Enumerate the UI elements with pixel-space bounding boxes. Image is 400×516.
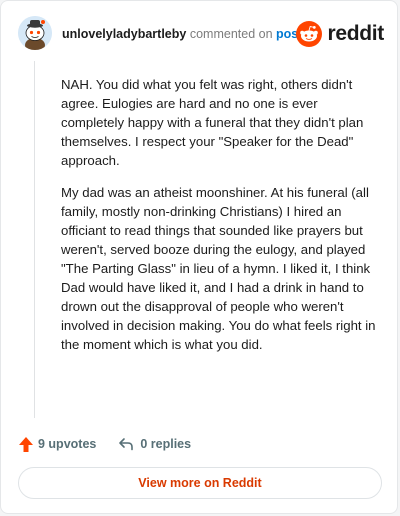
comment-header: unlovelyladybartleby commented on post r… xyxy=(18,16,384,54)
upvote-arrow-icon xyxy=(19,436,33,452)
reddit-wordmark: reddit xyxy=(327,22,384,45)
thread-line xyxy=(34,61,35,418)
comment-paragraph: My dad was an atheist moonshiner. At his… xyxy=(61,185,376,352)
comment-paragraph: NAH. You did what you felt was right, ot… xyxy=(61,77,364,168)
upvote-count: 9 upvotes xyxy=(38,437,97,451)
view-more-label: View more on Reddit xyxy=(138,476,262,490)
comment-body: NAH. You did what you felt was right, ot… xyxy=(61,75,379,367)
embedded-comment-card: unlovelyladybartleby commented on post r… xyxy=(0,0,398,514)
upvote-button[interactable]: 9 upvotes xyxy=(18,436,96,453)
snoo-avatar-icon[interactable] xyxy=(18,16,52,50)
reddit-logo-icon xyxy=(296,21,323,47)
reddit-brand-link[interactable]: reddit xyxy=(296,20,384,48)
comment-actions: 9 upvotes 0 replies xyxy=(18,434,191,454)
reply-arrow-icon xyxy=(119,438,134,451)
view-more-on-reddit-button[interactable]: View more on Reddit xyxy=(18,467,382,499)
reply-count: 0 replies xyxy=(140,437,192,451)
username-link[interactable]: unlovelyladybartleby xyxy=(62,27,186,41)
comment-meta: unlovelyladybartleby commented on post xyxy=(62,26,302,42)
commented-on-label: commented on xyxy=(189,27,273,41)
reply-button[interactable]: 0 replies xyxy=(118,437,191,451)
